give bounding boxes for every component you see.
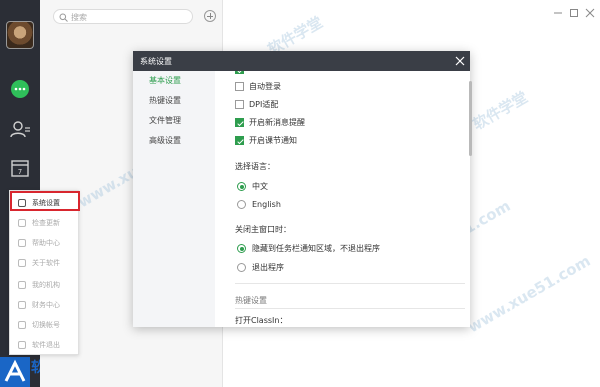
menu-item-label: 软件退出 <box>32 341 60 349</box>
menu-item-help[interactable]: 帮助中心 <box>10 233 80 253</box>
menu-item-label: 帮助中心 <box>32 239 60 247</box>
info-icon <box>18 259 26 267</box>
calendar-icon[interactable]: 7 <box>9 157 31 179</box>
checkbox-label: DPI适配 <box>249 100 279 109</box>
radio-chinese[interactable]: 中文 <box>237 181 268 192</box>
hotkey-section-header: 热键设置 <box>235 296 267 305</box>
highlight-box <box>10 191 80 211</box>
menu-item-switch-account[interactable]: 切换帐号 <box>10 315 80 335</box>
radio-button[interactable] <box>237 244 246 253</box>
refresh-icon <box>18 219 26 227</box>
add-button[interactable] <box>204 10 216 22</box>
radio-label: 隐藏到任务栏通知区域，不退出程序 <box>252 244 380 253</box>
checkbox-auto-login[interactable]: 自动登录 <box>235 81 281 92</box>
checkbox-dpi[interactable]: DPI适配 <box>235 99 278 110</box>
open-classin-label: 打开ClassIn： <box>235 316 288 325</box>
org-icon <box>18 281 26 289</box>
exit-icon <box>18 341 26 349</box>
checkbox-lesson-notify[interactable]: 开启课节通知 <box>235 135 297 146</box>
switch-icon <box>18 321 26 329</box>
menu-item-about[interactable]: 关于软件 <box>10 253 80 273</box>
checkbox-label: 开启新消息提醒 <box>249 118 305 127</box>
radio-english[interactable]: English <box>237 200 281 209</box>
close-icon[interactable] <box>455 56 465 66</box>
radio-button[interactable] <box>237 182 246 191</box>
checkbox-label: 开启课节通知 <box>249 136 297 145</box>
checkbox-row-hidden <box>235 71 249 74</box>
dialog-title: 系统设置 <box>140 57 172 66</box>
contacts-icon[interactable] <box>9 118 31 140</box>
help-icon <box>18 239 26 247</box>
radio-label: 中文 <box>252 182 268 191</box>
brand-logo <box>0 357 30 387</box>
checkbox-new-message[interactable]: 开启新消息提醒 <box>235 117 305 128</box>
checkbox[interactable] <box>235 118 244 127</box>
radio-hide-to-tray[interactable]: 隐藏到任务栏通知区域，不退出程序 <box>237 243 380 254</box>
menu-item-check-update[interactable]: 检查更新 <box>10 213 80 233</box>
nav-item-hotkeys[interactable]: 热键设置 <box>149 95 181 106</box>
settings-dialog: 系统设置 基本设置 热键设置 文件管理 高级设置 自动登录 DPI适配 开启新消… <box>133 51 472 327</box>
chat-icon[interactable] <box>9 78 31 100</box>
menu-item-exit[interactable]: 软件退出 <box>10 335 80 355</box>
search-input[interactable]: 搜索 <box>53 9 193 24</box>
close-behavior-label: 关闭主窗口时： <box>235 225 291 234</box>
language-label: 选择语言： <box>235 162 275 171</box>
checkbox-label: 自动登录 <box>249 82 281 91</box>
wallet-icon <box>18 301 26 309</box>
dialog-body: 自动登录 DPI适配 开启新消息提醒 开启课节通知 选择语言： 中文 Engli… <box>215 71 470 327</box>
minimize-icon[interactable] <box>553 8 563 18</box>
radio-label: English <box>252 200 281 209</box>
menu-item-label: 我的机构 <box>32 281 60 289</box>
dialog-nav: 基本设置 热键设置 文件管理 高级设置 <box>133 71 215 327</box>
checkbox <box>235 71 244 74</box>
watermark-text: 软件学堂 <box>469 88 531 134</box>
menu-item-label: 财务中心 <box>32 301 60 309</box>
menu-item-label: 检查更新 <box>32 219 60 227</box>
menu-item-finance[interactable]: 财务中心 <box>10 295 80 315</box>
settings-menu: 系统设置 检查更新 帮助中心 关于软件 我的机构 财务中心 切换帐号 软件退出 <box>9 190 79 355</box>
maximize-icon[interactable] <box>569 8 579 18</box>
menu-item-label: 切换帐号 <box>32 321 60 329</box>
checkbox[interactable] <box>235 82 244 91</box>
radio-exit-program[interactable]: 退出程序 <box>237 262 284 273</box>
close-icon[interactable] <box>585 8 595 18</box>
radio-label: 退出程序 <box>252 263 284 272</box>
search-icon <box>59 13 68 22</box>
scrollbar[interactable] <box>469 81 472 156</box>
checkbox[interactable] <box>235 136 244 145</box>
menu-item-label: 关于软件 <box>32 259 60 267</box>
avatar[interactable] <box>6 21 34 49</box>
search-placeholder: 搜索 <box>71 13 87 22</box>
nav-item-basic[interactable]: 基本设置 <box>149 75 181 86</box>
radio-button[interactable] <box>237 263 246 272</box>
divider <box>235 283 465 284</box>
checkbox[interactable] <box>235 100 244 109</box>
nav-item-files[interactable]: 文件管理 <box>149 115 181 126</box>
menu-item-my-org[interactable]: 我的机构 <box>10 275 80 295</box>
dialog-header: 系统设置 <box>133 51 470 71</box>
watermark-text: www.xue51.com <box>464 251 594 337</box>
radio-button[interactable] <box>237 200 246 209</box>
svg-text:7: 7 <box>18 168 22 176</box>
divider <box>235 308 465 309</box>
nav-item-advanced[interactable]: 高级设置 <box>149 135 181 146</box>
